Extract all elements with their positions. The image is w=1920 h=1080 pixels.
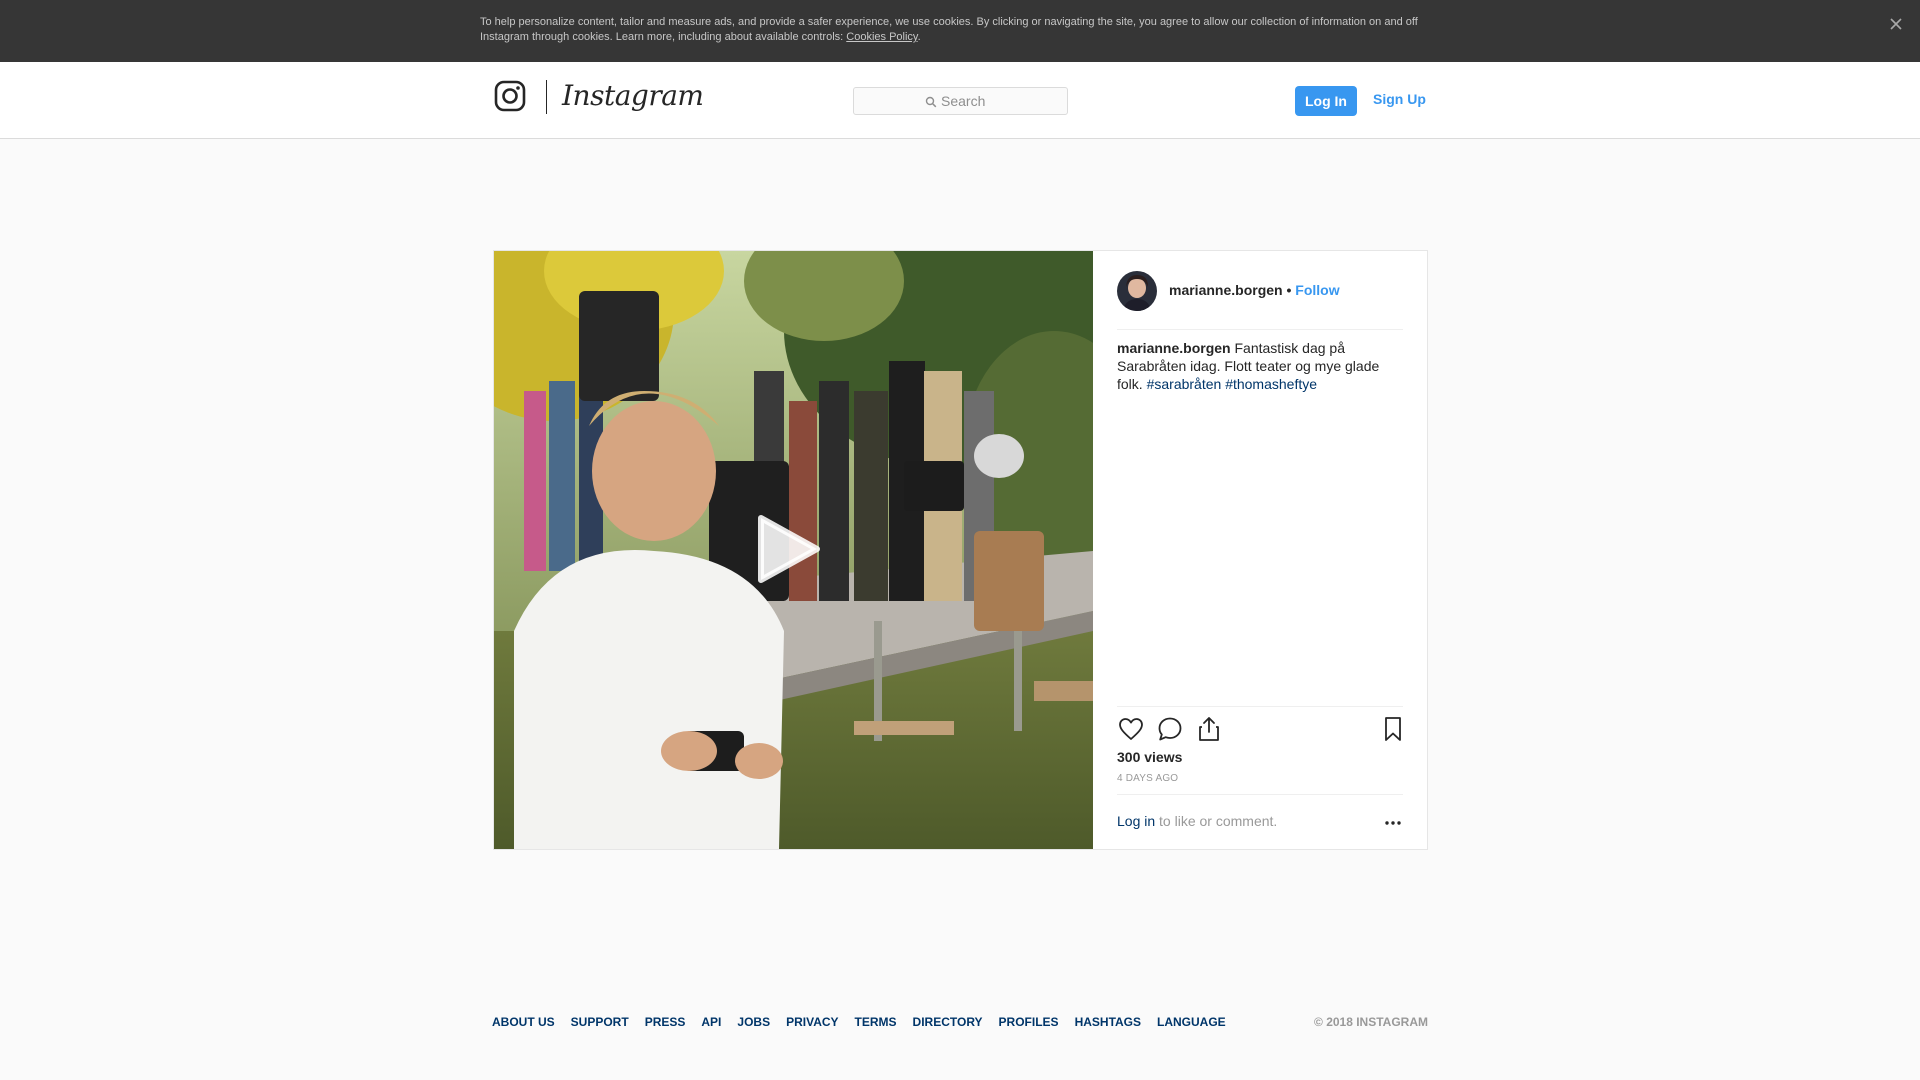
footer-link-terms[interactable]: TERMS — [855, 1015, 897, 1029]
footer-link-directory[interactable]: DIRECTORY — [913, 1015, 983, 1029]
cookie-text: To help personalize content, tailor and … — [480, 15, 1440, 45]
divider — [1117, 794, 1403, 795]
copyright: © 2018 INSTAGRAM — [1314, 1015, 1428, 1029]
post-timestamp[interactable]: 4 DAYS AGO — [1117, 773, 1178, 785]
hashtag-link[interactable]: #thomasheftye — [1225, 376, 1317, 392]
hashtag-link[interactable]: #sarabråten — [1147, 376, 1222, 392]
top-navigation: Instagram Search Log In Sign Up — [0, 62, 1920, 139]
footer-nav: ABOUT US SUPPORT PRESS API JOBS PRIVACY … — [492, 1015, 1242, 1029]
post-sidebar: marianne.borgen • Follow marianne.borgen… — [1093, 251, 1427, 849]
post-caption: marianne.borgen Fantastisk dag på Sarabr… — [1117, 339, 1407, 393]
post-header: marianne.borgen • Follow — [1169, 281, 1340, 299]
footer-link-privacy[interactable]: PRIVACY — [786, 1015, 838, 1029]
post-video[interactable] — [494, 251, 1093, 849]
close-icon[interactable] — [1886, 14, 1906, 34]
cookie-banner: To help personalize content, tailor and … — [0, 0, 1920, 62]
divider — [1117, 329, 1403, 330]
log-in-button[interactable]: Log In — [1295, 86, 1357, 116]
avatar[interactable] — [1117, 271, 1157, 311]
views-count[interactable]: 300 views — [1117, 748, 1182, 766]
logo-divider — [546, 80, 547, 114]
search-input[interactable]: Search — [853, 87, 1068, 115]
cookie-text-end: . — [917, 31, 921, 43]
footer-link-api[interactable]: API — [701, 1015, 721, 1029]
login-link[interactable]: Log in — [1117, 813, 1155, 829]
footer-link-hashtags[interactable]: HASHTAGS — [1075, 1015, 1141, 1029]
footer-link-support[interactable]: SUPPORT — [571, 1015, 629, 1029]
login-prompt-text: to like or comment. — [1155, 813, 1278, 829]
footer-link-profiles[interactable]: PROFILES — [999, 1015, 1059, 1029]
search-placeholder: Search — [941, 93, 986, 109]
sign-up-link[interactable]: Sign Up — [1373, 90, 1426, 108]
owner-username-link[interactable]: marianne.borgen — [1169, 282, 1283, 298]
cookie-message: To help personalize content, tailor and … — [480, 16, 1418, 43]
share-icon[interactable] — [1195, 715, 1223, 743]
search-icon — [925, 95, 937, 108]
post-card: marianne.borgen • Follow marianne.borgen… — [493, 250, 1428, 850]
caption-username-link[interactable]: marianne.borgen — [1117, 340, 1231, 356]
footer-link-about-us[interactable]: ABOUT US — [492, 1015, 555, 1029]
instagram-wordmark[interactable]: Instagram — [562, 78, 704, 114]
play-icon[interactable] — [755, 514, 821, 584]
separator-dot: • — [1286, 282, 1292, 298]
follow-button[interactable]: Follow — [1295, 282, 1339, 298]
divider — [1117, 706, 1403, 707]
footer-link-language[interactable]: LANGUAGE — [1157, 1015, 1226, 1029]
footer-link-press[interactable]: PRESS — [645, 1015, 686, 1029]
footer-link-jobs[interactable]: JOBS — [737, 1015, 770, 1029]
heart-icon[interactable] — [1117, 715, 1145, 743]
cookies-policy-link[interactable]: Cookies Policy — [846, 31, 917, 43]
comment-icon[interactable] — [1156, 715, 1184, 743]
instagram-glyph-icon[interactable] — [494, 80, 526, 112]
bookmark-icon[interactable] — [1379, 715, 1407, 743]
more-options-icon[interactable] — [1383, 814, 1403, 830]
login-prompt: Log in to like or comment. — [1117, 812, 1277, 830]
